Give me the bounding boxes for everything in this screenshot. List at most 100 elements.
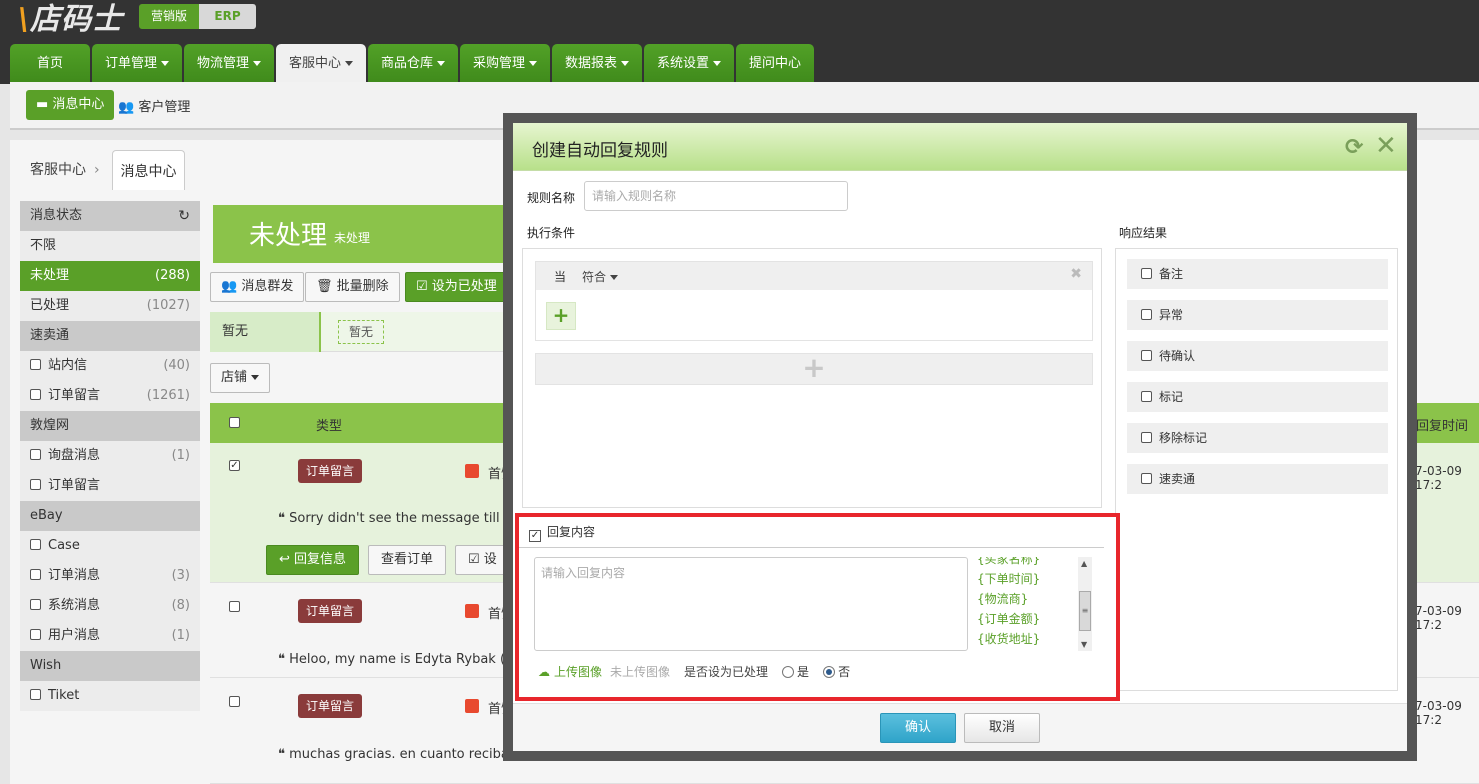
sidebar-item-order-message[interactable]: 订单留言 bbox=[20, 471, 200, 501]
checkbox-checked[interactable]: ✓ bbox=[529, 530, 541, 542]
select-all-checkbox[interactable] bbox=[229, 417, 240, 428]
checkbox[interactable] bbox=[30, 569, 41, 580]
checkbox[interactable] bbox=[30, 449, 41, 460]
radio-yes[interactable] bbox=[782, 665, 795, 678]
reply-content-textarea[interactable] bbox=[534, 557, 968, 651]
item-label: Case bbox=[48, 538, 80, 553]
close-icon[interactable]: ✕ bbox=[1375, 131, 1397, 161]
checkbox[interactable] bbox=[1141, 268, 1152, 279]
add-condition-button[interactable]: + bbox=[546, 302, 576, 330]
checkbox[interactable] bbox=[30, 479, 41, 490]
conditions-label: 执行条件 bbox=[527, 226, 576, 240]
edition-marketing-tab[interactable]: 营销版 bbox=[139, 4, 199, 29]
checkbox[interactable] bbox=[1141, 473, 1152, 484]
mark-processed-button[interactable]: ☑ 设为已处理 bbox=[405, 272, 513, 302]
column-reply-time[interactable]: 回复时间 bbox=[1416, 415, 1468, 434]
rule-name-input[interactable] bbox=[584, 181, 848, 211]
scroll-up-icon[interactable]: ▲ bbox=[1081, 559, 1087, 568]
result-item-abnormal[interactable]: 异常 bbox=[1127, 300, 1388, 330]
variable-carrier[interactable]: {物流商} bbox=[977, 589, 1075, 609]
caret-down-icon bbox=[529, 61, 537, 66]
checkbox[interactable] bbox=[1141, 391, 1152, 402]
app-logo[interactable]: \店码士 bbox=[18, 0, 123, 38]
filter-tab-none[interactable]: 暂无 bbox=[210, 312, 321, 352]
result-item-mark[interactable]: 标记 bbox=[1127, 382, 1388, 412]
nav-reports[interactable]: 数据报表 bbox=[552, 44, 642, 84]
checkbox[interactable] bbox=[30, 689, 41, 700]
nav-orders[interactable]: 订单管理 bbox=[92, 44, 182, 84]
condition-match-dropdown[interactable]: 符合 bbox=[582, 268, 619, 285]
result-label: 移除标记 bbox=[1159, 431, 1208, 445]
nav-customer-service[interactable]: 客服中心 bbox=[276, 44, 366, 84]
variable-list-scrollbar[interactable]: ▲ ≡ ▼ bbox=[1078, 557, 1092, 651]
variable-shipping-address[interactable]: {收货地址} bbox=[977, 629, 1075, 649]
refresh-icon[interactable]: ↻ bbox=[178, 201, 190, 231]
row-checkbox-checked[interactable]: ✓ bbox=[229, 460, 240, 471]
sidebar-item-inquiry[interactable]: 询盘消息 (1) bbox=[20, 441, 200, 471]
confirm-button[interactable]: 确认 bbox=[880, 713, 956, 743]
shop-dropdown[interactable]: 店铺 bbox=[210, 363, 271, 393]
view-order-button[interactable]: 查看订单 bbox=[368, 545, 447, 575]
batch-delete-button[interactable]: 🗑 批量删除 bbox=[305, 272, 400, 302]
subnav-message-center[interactable]: ▬ 消息中心 bbox=[26, 90, 115, 120]
sidebar-item-processed[interactable]: 已处理 (1027) bbox=[20, 291, 200, 321]
filter-tag-none[interactable]: 暂无 bbox=[338, 320, 385, 344]
result-item-unmark[interactable]: 移除标记 bbox=[1127, 423, 1388, 453]
nav-logistics[interactable]: 物流管理 bbox=[184, 44, 274, 84]
column-type[interactable]: 类型 bbox=[316, 415, 342, 434]
sidebar-item-order-message[interactable]: 订单留言 (1261) bbox=[20, 381, 200, 411]
mass-message-button[interactable]: 👥 消息群发 bbox=[210, 272, 305, 302]
subnav-customer-management[interactable]: 👥 客户管理 bbox=[118, 96, 190, 115]
scroll-thumb[interactable]: ≡ bbox=[1079, 591, 1091, 631]
top-bar: \店码士 营销版 ERP 首页 订单管理 物流管理 客服中心 商品仓库 采购管理… bbox=[0, 0, 1479, 84]
item-label: 订单留言 bbox=[48, 478, 101, 493]
cancel-button[interactable]: 取消 bbox=[964, 713, 1040, 743]
checkbox[interactable] bbox=[30, 389, 41, 400]
checkbox[interactable] bbox=[30, 359, 41, 370]
nav-home[interactable]: 首页 bbox=[10, 44, 90, 84]
checkbox[interactable] bbox=[30, 539, 41, 550]
sidebar-item-unprocessed[interactable]: 未处理 (288) bbox=[20, 261, 200, 291]
refresh-icon[interactable]: ⟳ bbox=[1345, 135, 1363, 160]
sidebar-item-order-notice[interactable]: 订单消息 (3) bbox=[20, 561, 200, 591]
sidebar-item-case[interactable]: Case bbox=[20, 531, 200, 561]
sidebar-item-user-message[interactable]: 用户消息 (1) bbox=[20, 621, 200, 651]
sidebar-item-inbox[interactable]: 站内信 (40) bbox=[20, 351, 200, 381]
sidebar-section-status: 消息状态 ↻ bbox=[20, 201, 200, 231]
nav-purchasing[interactable]: 采购管理 bbox=[460, 44, 550, 84]
result-item-aliexpress[interactable]: 速卖通 bbox=[1127, 464, 1388, 494]
conditions-panel: 当 符合 ✖ + + bbox=[522, 248, 1102, 508]
nav-settings[interactable]: 系统设置 bbox=[644, 44, 734, 84]
checkbox[interactable] bbox=[1141, 350, 1152, 361]
nav-warehouse[interactable]: 商品仓库 bbox=[368, 44, 458, 84]
checkbox[interactable] bbox=[30, 599, 41, 610]
radio-no-selected[interactable] bbox=[823, 665, 836, 678]
variable-order-time[interactable]: {下单时间} bbox=[977, 569, 1075, 589]
row-checkbox[interactable] bbox=[229, 601, 240, 612]
breadcrumb-root[interactable]: 客服中心 bbox=[30, 162, 86, 178]
remove-condition-icon[interactable]: ✖ bbox=[1070, 266, 1082, 282]
variable-order-amount[interactable]: {订单金额} bbox=[977, 609, 1075, 629]
sidebar-item-system-message[interactable]: 系统消息 (8) bbox=[20, 591, 200, 621]
result-item-note[interactable]: 备注 bbox=[1127, 259, 1388, 289]
checkbox[interactable] bbox=[1141, 432, 1152, 443]
reply-button[interactable]: ↩ 回复信息 bbox=[266, 545, 360, 575]
breadcrumb-current-tab[interactable]: 消息中心 bbox=[112, 150, 185, 190]
nav-help-center[interactable]: 提问中心 bbox=[736, 44, 814, 84]
message-type-tag: 订单留言 bbox=[298, 694, 363, 718]
add-condition-group-button[interactable]: + bbox=[535, 353, 1093, 385]
checkbox[interactable] bbox=[1141, 309, 1152, 320]
sidebar-item-all[interactable]: 不限 bbox=[20, 231, 200, 261]
cloud-upload-icon: ☁ bbox=[538, 664, 550, 679]
row-checkbox[interactable] bbox=[229, 696, 240, 707]
sidebar-item-ticket[interactable]: Tiket bbox=[20, 681, 200, 711]
edition-erp-tab[interactable]: ERP bbox=[199, 4, 256, 29]
message-type-tag: 订单留言 bbox=[298, 599, 363, 623]
reply-content-toggle[interactable]: ✓ 回复内容 bbox=[529, 523, 595, 542]
scroll-down-icon[interactable]: ▼ bbox=[1081, 640, 1087, 649]
upload-image-link[interactable]: 上传图像 bbox=[554, 663, 602, 680]
result-item-pending[interactable]: 待确认 bbox=[1127, 341, 1388, 371]
checkbox[interactable] bbox=[30, 629, 41, 640]
variable-buyer-name[interactable]: {买家名称} bbox=[977, 557, 1075, 569]
result-label: 速卖通 bbox=[1159, 472, 1196, 486]
